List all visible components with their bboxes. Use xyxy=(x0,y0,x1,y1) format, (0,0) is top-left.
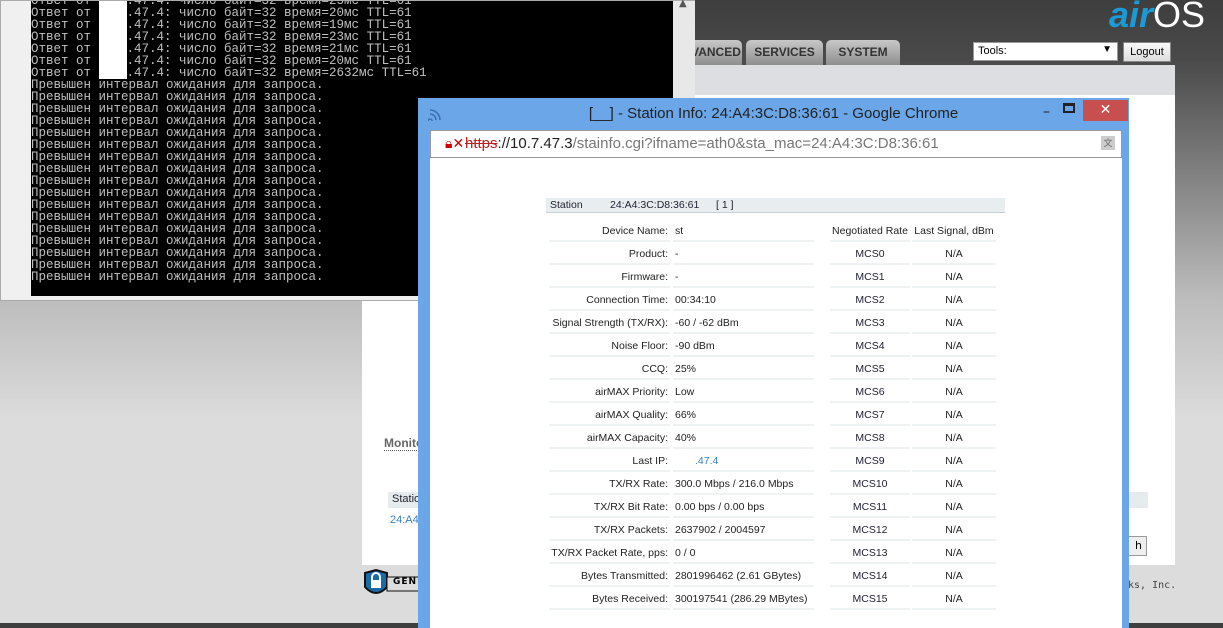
field-label: Last IP: xyxy=(549,451,670,472)
field-value: - xyxy=(673,244,814,265)
signal-cell: N/A xyxy=(912,405,996,426)
signal-cell: N/A xyxy=(912,589,996,610)
translate-icon[interactable]: 文 xyxy=(1101,136,1115,150)
field-value: 2801996462 (2.61 GBytes) xyxy=(673,566,814,587)
last-signal-header: Last Signal, dBm xyxy=(912,221,996,242)
rate-cell: MCS13 xyxy=(830,543,910,564)
signal-cell: N/A xyxy=(912,244,996,265)
signal-cell: N/A xyxy=(912,566,996,587)
close-button[interactable]: ✕ xyxy=(1083,100,1128,121)
rate-cell: MCS9 xyxy=(830,451,910,472)
tab-services[interactable]: SERVICES xyxy=(746,40,823,65)
signal-cell: N/A xyxy=(912,497,996,518)
url-scheme: https xyxy=(465,135,498,152)
maximize-button[interactable] xyxy=(1063,103,1075,113)
rate-cell: MCS3 xyxy=(830,313,910,334)
rate-cell: MCS15 xyxy=(830,589,910,610)
field-label: Noise Floor: xyxy=(549,336,670,357)
console-timeout-line: Превышен интервал ожидания для запроса. xyxy=(31,270,324,284)
signal-cell: N/A xyxy=(912,359,996,380)
url-host: ://10.7.47.3 xyxy=(497,135,573,152)
window-title: [__] - Station Info: 24:A4:3C:D8:36:61 -… xyxy=(588,105,959,122)
signal-cell: N/A xyxy=(912,520,996,541)
field-value: - xyxy=(673,267,814,288)
field-value: 40% xyxy=(673,428,814,449)
signal-cell: N/A xyxy=(912,451,996,472)
logout-button[interactable]: Logout xyxy=(1123,42,1171,62)
field-value: 0.00 bps / 0.00 bps xyxy=(673,497,814,518)
field-label: TX/RX Bit Rate: xyxy=(549,497,670,518)
field-value: 2637902 / 2004597 xyxy=(673,520,814,541)
signal-cell: N/A xyxy=(912,382,996,403)
genuine-badge: GENU xyxy=(362,568,424,599)
field-label: CCQ: xyxy=(549,359,670,380)
signal-cell: N/A xyxy=(912,313,996,334)
scroll-up-icon[interactable]: ▲ xyxy=(679,0,687,9)
station-mac: 24:A4:3C:D8:36:61 xyxy=(610,199,700,211)
tab-system[interactable]: SYSTEM xyxy=(826,40,900,65)
rate-cell: MCS5 xyxy=(830,359,910,380)
field-label: Product: xyxy=(549,244,670,265)
field-label: Device Name: xyxy=(549,221,670,242)
chevron-down-icon: ▼ xyxy=(1102,44,1112,55)
field-label: TX/RX Packets: xyxy=(549,520,670,541)
rate-cell: MCS4 xyxy=(830,336,910,357)
tools-select[interactable]: Tools: ▼ xyxy=(973,42,1118,61)
field-label: TX/RX Rate: xyxy=(549,474,670,495)
field-value: 0 / 0 xyxy=(673,543,814,564)
field-value: 300197541 (286.29 MBytes) xyxy=(673,589,814,610)
url-path: /stainfo.cgi?ifname=ath0&sta_mac=24:A4:3… xyxy=(572,135,939,152)
address-bar[interactable]: 🔒︎✕ https://10.7.47.3/stainfo.cgi?ifname… xyxy=(430,130,1122,158)
rate-cell: MCS8 xyxy=(830,428,910,449)
field-label: TX/RX Packet Rate, pps: xyxy=(549,543,670,564)
rate-cell: MCS6 xyxy=(830,382,910,403)
field-value: 300.0 Mbps / 216.0 Mbps xyxy=(673,474,814,495)
tab-advanced[interactable]: VANCED xyxy=(690,40,742,65)
field-label: airMAX Capacity: xyxy=(549,428,670,449)
field-label: Bytes Received: xyxy=(549,589,670,610)
field-value: .47.4 xyxy=(673,451,814,472)
rate-cell: MCS0 xyxy=(830,244,910,265)
station-header: Station 24:A4:3C:D8:36:61 [ 1 ] xyxy=(546,198,1005,213)
copyright-text: ks, Inc. xyxy=(1128,580,1177,591)
field-value: 00:34:10 xyxy=(673,290,814,311)
field-label: Firmware: xyxy=(549,267,670,288)
field-value: 66% xyxy=(673,405,814,426)
rate-cell: MCS14 xyxy=(830,566,910,587)
field-value: st xyxy=(673,221,814,242)
field-value: -90 dBm xyxy=(673,336,814,357)
rate-cell: MCS2 xyxy=(830,290,910,311)
field-label: airMAX Quality: xyxy=(549,405,670,426)
rate-cell: MCS11 xyxy=(830,497,910,518)
field-value: Low xyxy=(673,382,814,403)
rate-cell: MCS10 xyxy=(830,474,910,495)
field-label: airMAX Priority: xyxy=(549,382,670,403)
field-label: Connection Time: xyxy=(549,290,670,311)
minimize-button[interactable]: – xyxy=(1043,104,1050,120)
insecure-lock-icon: 🔒︎✕ xyxy=(445,135,465,151)
airos-logo: airOS xyxy=(1108,0,1205,35)
signal-cell: N/A xyxy=(912,543,996,564)
signal-cell: N/A xyxy=(912,474,996,495)
rate-cell: MCS7 xyxy=(830,405,910,426)
field-label: Bytes Transmitted: xyxy=(549,566,670,587)
station-label: Station xyxy=(550,199,583,211)
field-value: 25% xyxy=(673,359,814,380)
field-value: -60 / -62 dBm xyxy=(673,313,814,334)
station-mac-link[interactable]: 24:A4 xyxy=(390,514,419,526)
station-index: [ 1 ] xyxy=(716,199,734,211)
negotiated-rate-header: Negotiated Rate xyxy=(830,221,910,242)
tools-label: Tools: xyxy=(978,45,1007,57)
signal-cell: N/A xyxy=(912,428,996,449)
rate-cell: MCS1 xyxy=(830,267,910,288)
signal-cell: N/A xyxy=(912,336,996,357)
signal-cell: N/A xyxy=(912,267,996,288)
rate-cell: MCS12 xyxy=(830,520,910,541)
signal-cell: N/A xyxy=(912,290,996,311)
field-label: Signal Strength (TX/RX): xyxy=(549,313,670,334)
